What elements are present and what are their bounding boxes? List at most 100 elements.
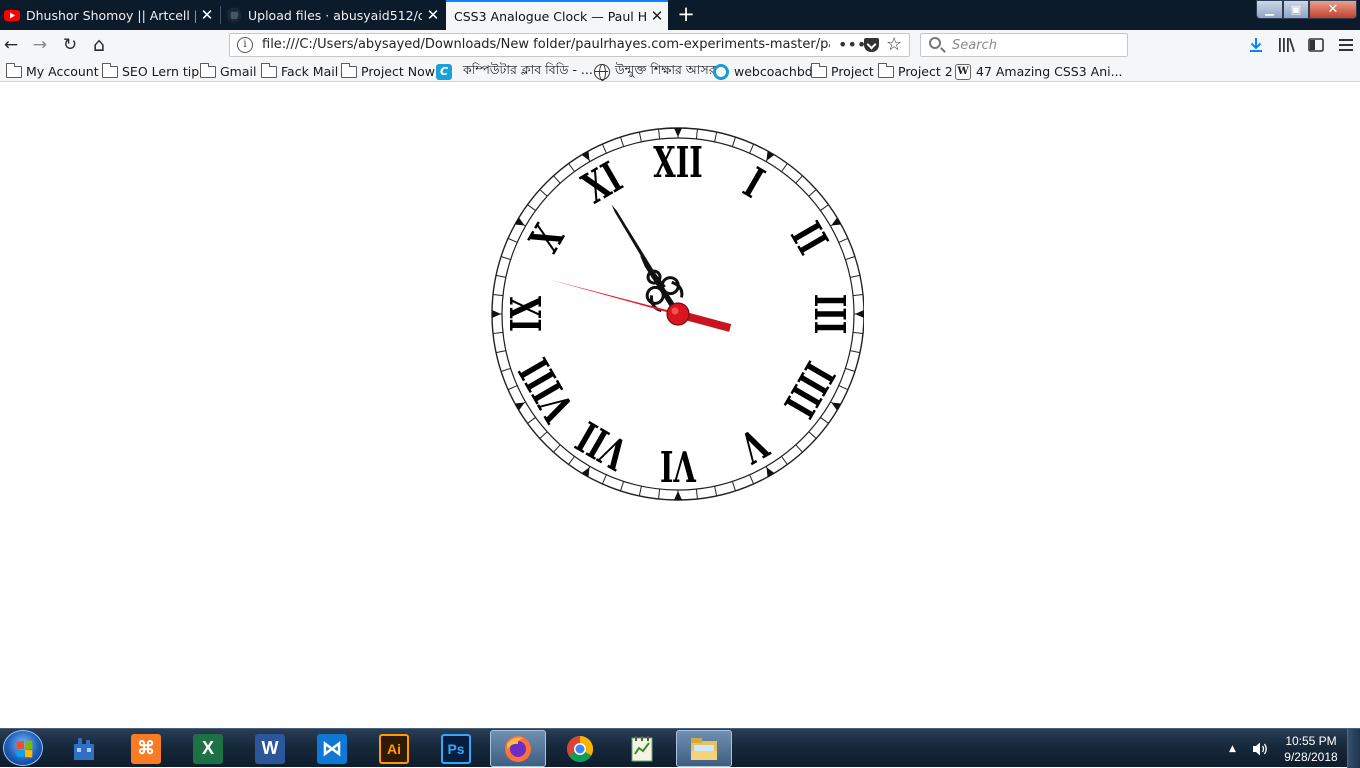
taskbar-excel[interactable]: X (180, 730, 236, 767)
system-clock[interactable]: 10:55 PM 9/28/2018 (1280, 733, 1342, 765)
taskbar-chrome[interactable] (552, 730, 608, 767)
cc-icon: C (436, 63, 452, 80)
tab-label: Dhushor Shomoy || Artcell || Lyr (26, 7, 196, 23)
close-tab-icon[interactable]: ✕ (196, 6, 218, 24)
page-actions-icon[interactable]: ••• (838, 35, 866, 54)
folder-icon (101, 62, 118, 78)
bookmark-label: Project Now (361, 64, 435, 79)
pocket-icon[interactable] (864, 38, 879, 52)
volume-icon (1253, 742, 1267, 755)
show-hidden-icons-button[interactable]: ▲ (1229, 729, 1236, 768)
bookmark-label: webcoachbd (734, 64, 813, 79)
home-icon: ⌂ (92, 34, 106, 56)
back-button[interactable]: ← (0, 34, 22, 56)
show-desktop-button[interactable] (1347, 729, 1360, 768)
url-text[interactable]: file:///C:/Users/abysayed/Downloads/New … (262, 37, 830, 52)
webcoach-icon (713, 63, 729, 80)
bookmark-project[interactable]: Project (810, 62, 874, 80)
sidebar-icon[interactable] (1305, 34, 1327, 56)
taskbar-network-app[interactable] (56, 730, 112, 767)
windows-logo-icon (16, 740, 33, 758)
minimize-button[interactable]: ▁ (1256, 0, 1283, 19)
forward-arrow-icon: → (32, 35, 48, 55)
globe-icon (594, 63, 610, 81)
bookmark-label: Project 2 (898, 64, 953, 79)
volume-button[interactable] (1251, 729, 1269, 768)
maximize-button[interactable]: ▣ (1283, 0, 1309, 19)
clock-hub (666, 302, 690, 326)
folder-icon (260, 62, 277, 78)
bookmark-fack-mail[interactable]: Fack Mail (260, 62, 339, 80)
bookmark-label: My Account (26, 64, 99, 79)
bookmark-project-now[interactable]: Project Now (340, 62, 435, 80)
illustrator-icon: Ai (379, 733, 409, 764)
reload-button[interactable]: ↻ (59, 34, 81, 56)
numeral-vi: VI (660, 440, 697, 490)
github-icon (226, 7, 242, 23)
search-bar[interactable]: Search (920, 33, 1128, 57)
bookmark-webcoachbd[interactable]: webcoachbd (713, 63, 813, 80)
search-icon (929, 37, 941, 49)
tab-label: Upload files · abusyaid512/clock (248, 7, 422, 23)
taskbar-notepad-plus[interactable] (614, 730, 670, 767)
bookmark-project-2[interactable]: Project 2 (877, 62, 953, 80)
folder-icon (5, 62, 22, 78)
bookmark-label: 47 Amazing CSS3 Ani... (976, 64, 1123, 79)
numeral-xii: XII (653, 137, 702, 187)
folder-icon (199, 62, 216, 78)
system-date: 9/28/2018 (1284, 750, 1338, 764)
taskbar-illustrator[interactable]: Ai (366, 730, 422, 767)
bookmark-label: Fack Mail (281, 64, 339, 79)
tab-youtube[interactable]: Dhushor Shomoy || Artcell || Lyr ✕ (0, 0, 218, 30)
menu-icon[interactable] (1335, 34, 1357, 56)
maximize-icon: ▣ (1290, 3, 1302, 16)
home-button[interactable]: ⌂ (88, 34, 110, 56)
chrome-icon (566, 735, 594, 762)
taskbar-vscode[interactable]: ⋈ (304, 730, 360, 767)
taskbar-photoshop[interactable]: Ps (428, 730, 484, 767)
numeral-text: III (804, 294, 854, 335)
tab-github[interactable]: Upload files · abusyaid512/clock ✕ (222, 0, 444, 30)
bookmark-label: Project (831, 64, 874, 79)
network-app-icon (74, 737, 94, 760)
taskbar-file-explorer[interactable] (676, 730, 732, 767)
folder-icon (340, 62, 357, 78)
site-info-icon[interactable]: i (237, 37, 253, 53)
tray-arrow-icon: ▲ (1229, 743, 1236, 754)
bookmark-gmail[interactable]: Gmail (199, 62, 257, 80)
bookmark-css3-animations[interactable]: W 47 Amazing CSS3 Ani... (955, 63, 1123, 80)
close-tab-icon[interactable]: ✕ (422, 6, 444, 24)
windows-taskbar: ⌘ X W ⋈ Ai Ps ▲ 10:55 PM 9/28/2018 (0, 728, 1360, 768)
bookmark-star-icon[interactable]: ☆ (886, 34, 902, 55)
numeral-text: IX (501, 295, 551, 332)
hub-highlight (671, 307, 679, 315)
bookmark-label: কম্পিউটার ক্লাব বিডি - ... (463, 61, 593, 77)
url-bar[interactable]: i file:///C:/Users/abysayed/Downloads/Ne… (229, 33, 910, 57)
tab-divider (220, 6, 221, 24)
tab-label: CSS3 Analogue Clock — Paul Hayes (454, 8, 646, 24)
bookmark-computer-club[interactable]: C কম্পিউটার ক্লাব বিডি - ... (436, 61, 593, 80)
system-time: 10:55 PM (1285, 734, 1337, 748)
taskbar-xampp[interactable]: ⌘ (118, 730, 174, 767)
close-tab-icon[interactable]: ✕ (646, 7, 668, 25)
forward-button[interactable]: → (29, 34, 51, 56)
tab-clock-active[interactable]: CSS3 Analogue Clock — Paul Hayes ✕ (446, 0, 668, 30)
bookmark-my-account[interactable]: My Account (5, 62, 99, 80)
taskbar-firefox[interactable] (490, 730, 546, 767)
reload-icon: ↻ (62, 35, 78, 55)
bookmark-unmukto[interactable]: উন্মুক্ত শিক্ষার আসর (594, 61, 716, 81)
excel-icon: X (193, 733, 223, 764)
library-icon[interactable] (1276, 34, 1298, 56)
bookmark-label: উন্মুক্ত শিক্ষার আসর (615, 61, 716, 77)
taskbar-word[interactable]: W (242, 730, 298, 767)
bookmarks-toolbar: My Account SEO Lern tips Gmail Fack Mail… (0, 60, 1360, 82)
close-window-button[interactable]: ✕ (1309, 0, 1357, 19)
bookmark-label: Gmail (220, 64, 257, 79)
photoshop-icon: Ps (441, 733, 471, 764)
new-tab-button[interactable]: + (676, 0, 696, 30)
notepad-plus-icon (631, 735, 653, 761)
download-icon[interactable] (1245, 34, 1267, 56)
bookmark-seo-lern-tips[interactable]: SEO Lern tips (101, 62, 206, 80)
start-button[interactable] (3, 730, 43, 766)
word-icon: W (255, 733, 285, 764)
